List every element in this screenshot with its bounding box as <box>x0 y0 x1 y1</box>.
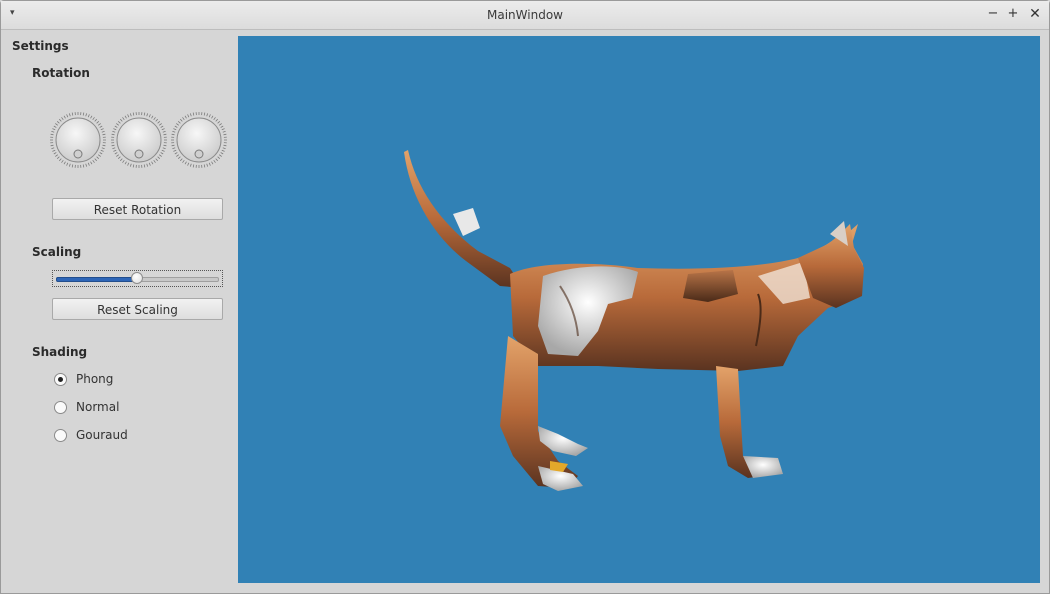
slider-fill <box>56 277 139 282</box>
radio-button[interactable] <box>54 373 67 386</box>
radio-label: Gouraud <box>76 428 128 442</box>
rotation-dial-y[interactable] <box>110 111 168 169</box>
slider-handle[interactable] <box>130 272 143 284</box>
shading-group-title: Shading <box>32 345 88 359</box>
minimize-icon[interactable]: − <box>985 6 1001 22</box>
opengl-viewport[interactable] <box>238 36 1040 583</box>
radio-label: Normal <box>76 400 120 414</box>
scaling-slider[interactable] <box>52 270 223 287</box>
rotation-group-title: Rotation <box>32 66 90 80</box>
reset-scaling-button[interactable]: Reset Scaling <box>52 298 223 320</box>
scaling-group-title: Scaling <box>32 245 82 259</box>
maximize-icon[interactable]: + <box>1005 6 1021 22</box>
close-icon[interactable]: ✕ <box>1027 6 1043 22</box>
radio-button[interactable] <box>54 401 67 414</box>
title-bar: ▾ MainWindow − + ✕ <box>1 1 1049 30</box>
dial-face <box>50 112 106 168</box>
main-window: ▾ MainWindow − + ✕ Settings Rotation Res… <box>0 0 1050 594</box>
radio-button[interactable] <box>54 429 67 442</box>
rotation-dial-x[interactable] <box>49 111 107 169</box>
dial-face <box>171 112 227 168</box>
window-title: MainWindow <box>487 8 563 22</box>
rotation-dial-z[interactable] <box>170 111 228 169</box>
dial-face <box>111 112 167 168</box>
cat-model <box>404 150 864 491</box>
settings-group-title: Settings <box>12 39 69 53</box>
radio-label: Phong <box>76 372 114 386</box>
reset-rotation-button[interactable]: Reset Rotation <box>52 198 223 220</box>
